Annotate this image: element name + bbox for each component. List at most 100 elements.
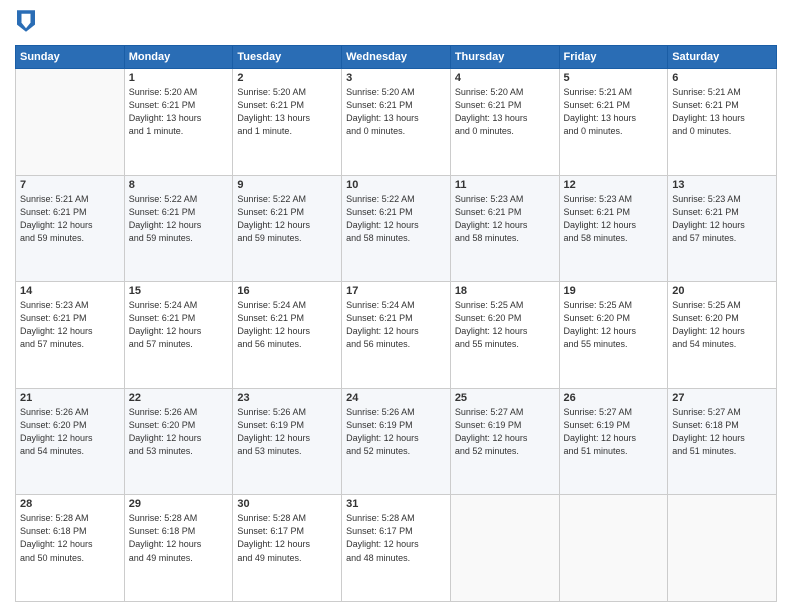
- calendar-day-cell: 11 Sunrise: 5:23 AM Sunset: 6:21 PM Dayli…: [450, 175, 559, 282]
- calendar-day-cell: 29Sunrise: 5:28 AM Sunset: 6:18 PM Dayli…: [124, 495, 233, 602]
- day-info: Sunrise: 5:24 AM Sunset: 6:21 PM Dayligh…: [346, 299, 446, 351]
- calendar-day-cell: 28 Sunrise: 5:28 AM Sunset: 6:18 PM Dayli…: [16, 495, 125, 602]
- day-number: 28: [20, 498, 120, 510]
- day-info: Sunrise: 5:26 AM Sunset: 6:19 PM Dayligh…: [346, 406, 446, 458]
- calendar-day-cell: 5Sunrise: 5:21 AM Sunset: 6:21 PM Daylig…: [559, 69, 668, 176]
- calendar-day-cell: 31 Sunrise: 5:28 AM Sunset: 6:17 PM Dayli…: [342, 495, 451, 602]
- header: [15, 10, 777, 37]
- day-number: 7: [20, 179, 120, 191]
- calendar-day-cell: 27 Sunrise: 5:27 AM Sunset: 6:18 PM Dayli…: [668, 388, 777, 495]
- day-number: 26: [564, 392, 664, 404]
- day-info: Sunrise: 5:22 AM Sunset: 6:21 PM Dayligh…: [346, 193, 446, 245]
- weekday-header-friday: Friday: [559, 46, 668, 69]
- calendar-day-cell: 30 Sunrise: 5:28 AM Sunset: 6:17 PM Dayli…: [233, 495, 342, 602]
- day-number: 8: [129, 179, 229, 191]
- calendar-day-cell: 15 Sunrise: 5:24 AM Sunset: 6:21 PM Dayli…: [124, 282, 233, 389]
- calendar-day-cell: 10 Sunrise: 5:22 AM Sunset: 6:21 PM Dayli…: [342, 175, 451, 282]
- day-number: 5: [564, 72, 664, 84]
- day-info: Sunrise: 5:20 AM Sunset: 6:21 PM Dayligh…: [455, 86, 555, 138]
- calendar-day-cell: 2 Sunrise: 5:20 AM Sunset: 6:21 PM Daylig…: [233, 69, 342, 176]
- day-info: Sunrise: 5:23 AM Sunset: 6:21 PM Dayligh…: [20, 299, 120, 351]
- calendar-day-cell: 13 Sunrise: 5:23 AM Sunset: 6:21 PM Dayli…: [668, 175, 777, 282]
- calendar-day-cell: [668, 495, 777, 602]
- calendar-day-cell: 12 Sunrise: 5:23 AM Sunset: 6:21 PM Dayli…: [559, 175, 668, 282]
- calendar-day-cell: 1 Sunrise: 5:20 AM Sunset: 6:21 PM Daylig…: [124, 69, 233, 176]
- calendar-day-cell: 26Sunrise: 5:27 AM Sunset: 6:19 PM Dayli…: [559, 388, 668, 495]
- calendar-day-cell: 21 Sunrise: 5:26 AM Sunset: 6:20 PM Dayli…: [16, 388, 125, 495]
- day-number: 3: [346, 72, 446, 84]
- calendar-week-row: 1 Sunrise: 5:20 AM Sunset: 6:21 PM Daylig…: [16, 69, 777, 176]
- day-number: 15: [129, 285, 229, 297]
- day-number: 16: [237, 285, 337, 297]
- day-info: Sunrise: 5:28 AM Sunset: 6:18 PM Dayligh…: [20, 512, 120, 564]
- day-number: 23: [237, 392, 337, 404]
- day-number: 2: [237, 72, 337, 84]
- calendar-day-cell: 24 Sunrise: 5:26 AM Sunset: 6:19 PM Dayli…: [342, 388, 451, 495]
- day-number: 13: [672, 179, 772, 191]
- day-number: 21: [20, 392, 120, 404]
- day-number: 27: [672, 392, 772, 404]
- day-info: Sunrise: 5:23 AM Sunset: 6:21 PM Dayligh…: [672, 193, 772, 245]
- calendar-day-cell: 14 Sunrise: 5:23 AM Sunset: 6:21 PM Dayli…: [16, 282, 125, 389]
- day-info: Sunrise: 5:23 AM Sunset: 6:21 PM Dayligh…: [455, 193, 555, 245]
- weekday-header-thursday: Thursday: [450, 46, 559, 69]
- calendar-day-cell: 25 Sunrise: 5:27 AM Sunset: 6:19 PM Dayli…: [450, 388, 559, 495]
- calendar-day-cell: 8Sunrise: 5:22 AM Sunset: 6:21 PM Daylig…: [124, 175, 233, 282]
- day-number: 11: [455, 179, 555, 191]
- weekday-header-monday: Monday: [124, 46, 233, 69]
- day-info: Sunrise: 5:27 AM Sunset: 6:18 PM Dayligh…: [672, 406, 772, 458]
- day-number: 25: [455, 392, 555, 404]
- calendar-day-cell: [16, 69, 125, 176]
- calendar-day-cell: 7 Sunrise: 5:21 AM Sunset: 6:21 PM Daylig…: [16, 175, 125, 282]
- day-number: 14: [20, 285, 120, 297]
- day-info: Sunrise: 5:25 AM Sunset: 6:20 PM Dayligh…: [455, 299, 555, 351]
- day-info: Sunrise: 5:28 AM Sunset: 6:17 PM Dayligh…: [237, 512, 337, 564]
- day-info: Sunrise: 5:26 AM Sunset: 6:19 PM Dayligh…: [237, 406, 337, 458]
- calendar-day-cell: 20Sunrise: 5:25 AM Sunset: 6:20 PM Dayli…: [668, 282, 777, 389]
- day-info: Sunrise: 5:25 AM Sunset: 6:20 PM Dayligh…: [564, 299, 664, 351]
- weekday-header-saturday: Saturday: [668, 46, 777, 69]
- calendar-day-cell: 22Sunrise: 5:26 AM Sunset: 6:20 PM Dayli…: [124, 388, 233, 495]
- day-info: Sunrise: 5:20 AM Sunset: 6:21 PM Dayligh…: [346, 86, 446, 138]
- day-number: 30: [237, 498, 337, 510]
- calendar-day-cell: 16 Sunrise: 5:24 AM Sunset: 6:21 PM Dayli…: [233, 282, 342, 389]
- day-number: 1: [129, 72, 229, 84]
- day-info: Sunrise: 5:20 AM Sunset: 6:21 PM Dayligh…: [237, 86, 337, 138]
- calendar-week-row: 28 Sunrise: 5:28 AM Sunset: 6:18 PM Dayli…: [16, 495, 777, 602]
- calendar-day-cell: 6 Sunrise: 5:21 AM Sunset: 6:21 PM Daylig…: [668, 69, 777, 176]
- calendar-day-cell: 17 Sunrise: 5:24 AM Sunset: 6:21 PM Dayli…: [342, 282, 451, 389]
- day-number: 6: [672, 72, 772, 84]
- calendar-day-cell: 23 Sunrise: 5:26 AM Sunset: 6:19 PM Dayli…: [233, 388, 342, 495]
- day-number: 20: [672, 285, 772, 297]
- day-number: 12: [564, 179, 664, 191]
- weekday-header-tuesday: Tuesday: [233, 46, 342, 69]
- day-info: Sunrise: 5:24 AM Sunset: 6:21 PM Dayligh…: [129, 299, 229, 351]
- calendar-week-row: 14 Sunrise: 5:23 AM Sunset: 6:21 PM Dayli…: [16, 282, 777, 389]
- calendar-day-cell: [559, 495, 668, 602]
- calendar-day-cell: 18 Sunrise: 5:25 AM Sunset: 6:20 PM Dayli…: [450, 282, 559, 389]
- calendar-header-row: SundayMondayTuesdayWednesdayThursdayFrid…: [16, 46, 777, 69]
- day-info: Sunrise: 5:28 AM Sunset: 6:18 PM Dayligh…: [129, 512, 229, 564]
- day-number: 24: [346, 392, 446, 404]
- day-number: 17: [346, 285, 446, 297]
- day-number: 31: [346, 498, 446, 510]
- day-info: Sunrise: 5:28 AM Sunset: 6:17 PM Dayligh…: [346, 512, 446, 564]
- page: SundayMondayTuesdayWednesdayThursdayFrid…: [0, 0, 792, 612]
- calendar-day-cell: 19 Sunrise: 5:25 AM Sunset: 6:20 PM Dayli…: [559, 282, 668, 389]
- day-info: Sunrise: 5:24 AM Sunset: 6:21 PM Dayligh…: [237, 299, 337, 351]
- day-info: Sunrise: 5:23 AM Sunset: 6:21 PM Dayligh…: [564, 193, 664, 245]
- logo: [15, 10, 37, 37]
- calendar-day-cell: 3 Sunrise: 5:20 AM Sunset: 6:21 PM Daylig…: [342, 69, 451, 176]
- day-info: Sunrise: 5:26 AM Sunset: 6:20 PM Dayligh…: [20, 406, 120, 458]
- day-info: Sunrise: 5:26 AM Sunset: 6:20 PM Dayligh…: [129, 406, 229, 458]
- day-number: 18: [455, 285, 555, 297]
- day-info: Sunrise: 5:21 AM Sunset: 6:21 PM Dayligh…: [20, 193, 120, 245]
- day-info: Sunrise: 5:27 AM Sunset: 6:19 PM Dayligh…: [455, 406, 555, 458]
- day-info: Sunrise: 5:20 AM Sunset: 6:21 PM Dayligh…: [129, 86, 229, 138]
- day-info: Sunrise: 5:21 AM Sunset: 6:21 PM Dayligh…: [672, 86, 772, 138]
- calendar-day-cell: 9Sunrise: 5:22 AM Sunset: 6:21 PM Daylig…: [233, 175, 342, 282]
- day-number: 19: [564, 285, 664, 297]
- day-number: 9: [237, 179, 337, 191]
- calendar-day-cell: [450, 495, 559, 602]
- day-number: 10: [346, 179, 446, 191]
